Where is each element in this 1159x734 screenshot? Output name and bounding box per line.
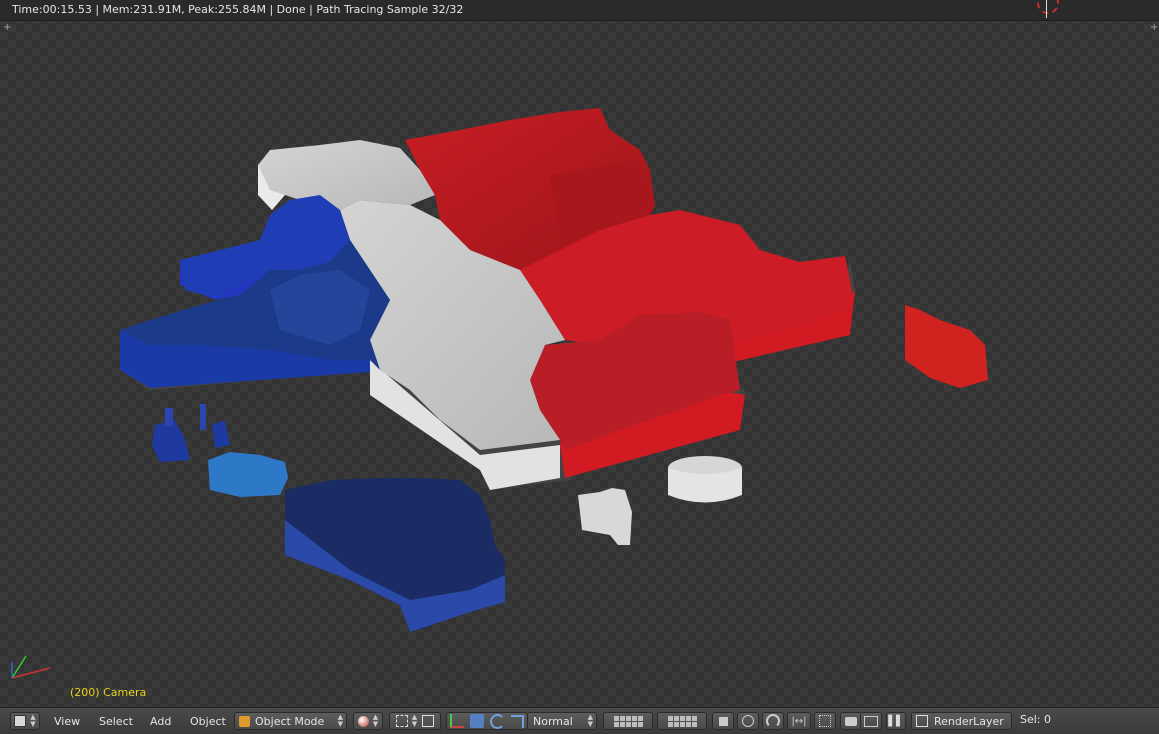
3d-view-header: ▲ ▼ View Select Add Object Object Mode ▲ ▼… — [0, 707, 1159, 734]
anim-render-icon — [864, 715, 878, 727]
object-mode-icon — [239, 715, 250, 727]
snap-target-icon: |↔| — [791, 715, 807, 727]
snap-target-button[interactable] — [814, 712, 836, 730]
mode-select[interactable]: Object Mode ▲ ▼ — [234, 712, 347, 730]
mode-label: Object Mode — [255, 714, 325, 728]
snap-icon — [766, 714, 780, 728]
lock-button[interactable] — [712, 712, 734, 730]
menu-add[interactable]: Add — [148, 712, 173, 730]
render-status-bar: Time:00:15.53 | Mem:231.91M, Peak:255.84… — [0, 0, 1159, 33]
render-icon — [845, 716, 857, 726]
orientation-select[interactable]: Normal ▲ ▼ — [527, 712, 597, 730]
pause-icon: ▌▌ — [888, 715, 904, 727]
viewport-shading-button[interactable]: ▲ ▼ — [353, 712, 383, 730]
scale-icon[interactable] — [511, 714, 524, 728]
opengl-render-button[interactable] — [840, 712, 862, 730]
pivot-button[interactable]: ▲ ▼ — [389, 712, 441, 730]
layers-icon — [613, 715, 643, 727]
rotate-icon[interactable] — [490, 713, 505, 729]
menu-select[interactable]: Select — [97, 712, 135, 730]
orientation-label: Normal — [533, 714, 573, 728]
snap-element-button[interactable]: |↔| — [787, 712, 811, 730]
3d-viewport[interactable]: Time:00:15.53 | Mem:231.91M, Peak:255.84… — [0, 0, 1159, 707]
layers-group-1[interactable] — [603, 712, 653, 730]
layers-icon — [667, 715, 697, 727]
translate-icon[interactable] — [470, 714, 484, 728]
menu-object[interactable]: Object — [188, 712, 228, 730]
render-layer-label: RenderLayer — [934, 714, 1004, 728]
lock-icon — [718, 716, 728, 726]
render-status-text: Time:00:15.53 | Mem:231.91M, Peak:255.84… — [12, 3, 464, 16]
proportional-icon — [742, 715, 754, 727]
manipulator-group[interactable] — [446, 712, 528, 730]
proportional-edit-button[interactable] — [737, 712, 759, 730]
editor-type-button[interactable]: ▲ ▼ — [10, 712, 40, 730]
shading-sphere-icon — [357, 715, 369, 727]
pivot-icon — [395, 715, 408, 727]
pause-button[interactable]: ▌▌ — [886, 712, 906, 730]
selection-count: Sel: 0 — [1020, 713, 1052, 726]
layers-group-2[interactable] — [657, 712, 707, 730]
rendered-map — [120, 108, 988, 632]
menu-view[interactable]: View — [52, 712, 82, 730]
axes-gizmo-icon — [11, 655, 51, 679]
manipulator-icon[interactable] — [450, 714, 464, 728]
snap-button[interactable] — [762, 712, 784, 730]
snap-pivot-icon — [422, 715, 435, 727]
editor-type-icon — [14, 715, 27, 727]
3d-cursor-icon — [1037, 0, 1059, 14]
opengl-anim-button[interactable] — [860, 712, 882, 730]
snap-grid-icon — [819, 715, 831, 727]
camera-label: (200) Camera — [70, 686, 147, 699]
render-layer-field[interactable]: RenderLayer — [911, 712, 1012, 730]
renderlayer-icon — [916, 715, 928, 727]
